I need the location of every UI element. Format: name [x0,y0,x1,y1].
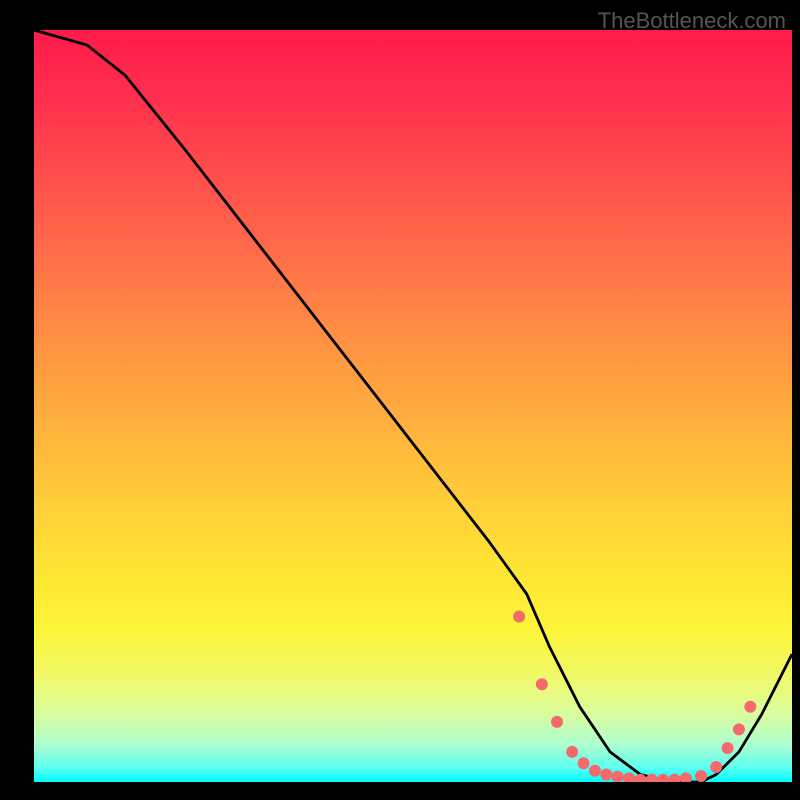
data-dot [600,768,612,780]
data-dot [513,611,525,623]
data-dot [551,716,563,728]
data-dot [623,772,635,782]
data-dot [589,765,601,777]
data-dot [722,742,734,754]
data-dot [578,757,590,769]
chart-svg [34,30,792,782]
data-dot [710,761,722,773]
curve-line [34,30,792,782]
data-dot [566,746,578,758]
data-dot [680,772,692,782]
watermark-text: TheBottleneck.com [598,8,786,34]
data-dot [744,701,756,713]
data-dot [536,678,548,690]
data-dot [669,774,681,782]
data-dot [695,770,707,782]
data-dot [733,723,745,735]
data-dot [612,771,624,782]
chart-area [34,30,792,782]
curve-dots [513,611,756,782]
data-dot [657,774,669,782]
